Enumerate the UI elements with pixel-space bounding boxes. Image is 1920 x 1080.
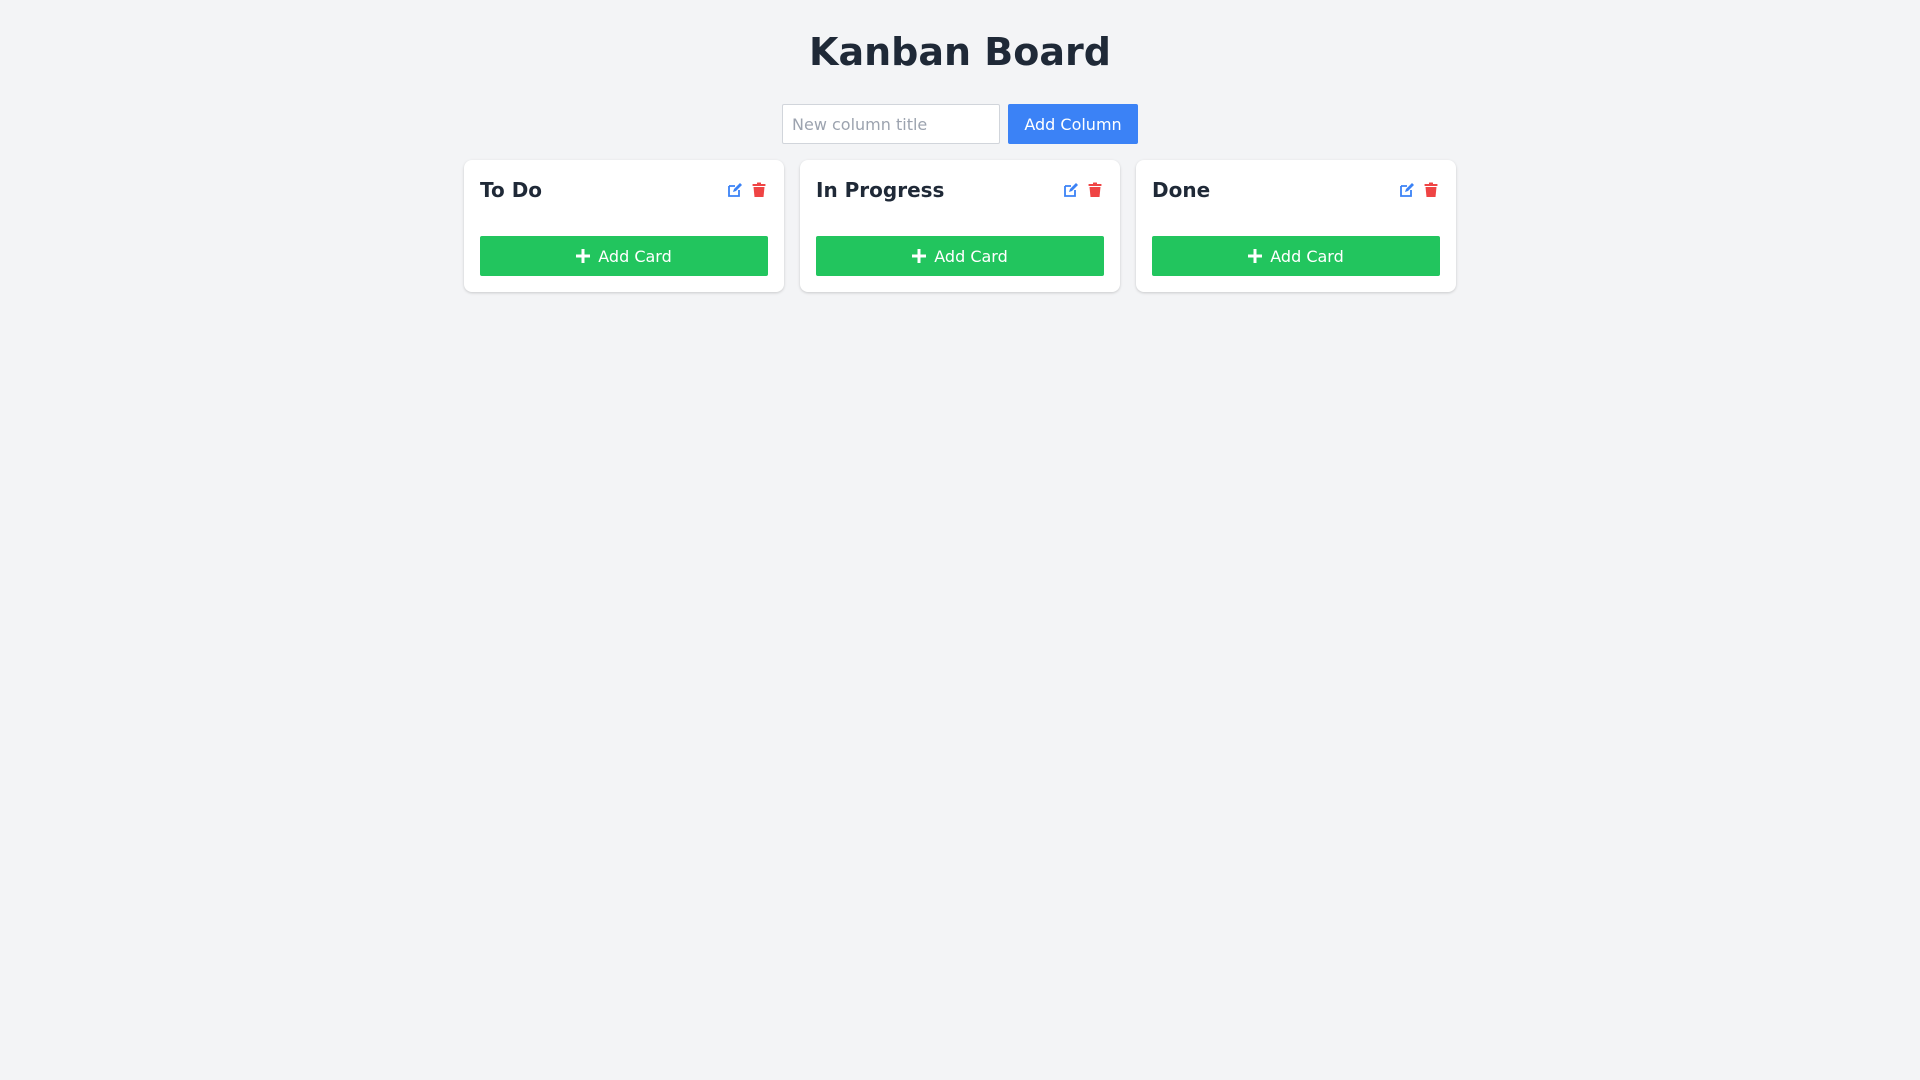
trash-icon[interactable] <box>750 181 768 199</box>
edit-icon[interactable] <box>1398 181 1416 199</box>
column-done: Done Add Card <box>1136 160 1456 292</box>
trash-icon[interactable] <box>1422 181 1440 199</box>
column-header: Done <box>1152 176 1440 204</box>
column-actions <box>726 181 768 199</box>
column-header: In Progress <box>816 176 1104 204</box>
column-in-progress: In Progress Add Card <box>800 160 1120 292</box>
column-header: To Do <box>480 176 768 204</box>
new-column-title-input[interactable] <box>782 104 1000 144</box>
add-column-form: Add Column <box>782 104 1138 144</box>
column-actions <box>1398 181 1440 199</box>
add-column-button[interactable]: Add Column <box>1008 104 1138 144</box>
kanban-page: Kanban Board Add Column To Do <box>0 0 1920 1080</box>
trash-icon[interactable] <box>1086 181 1104 199</box>
edit-icon[interactable] <box>1062 181 1080 199</box>
plus-icon <box>1248 249 1263 263</box>
column-actions <box>1062 181 1104 199</box>
add-card-label: Add Card <box>598 246 672 266</box>
plus-icon <box>576 249 591 263</box>
add-card-label: Add Card <box>934 246 1008 266</box>
column-title: Done <box>1152 178 1211 202</box>
plus-icon <box>912 249 927 263</box>
page-title: Kanban Board <box>809 30 1111 74</box>
add-card-button[interactable]: Add Card <box>1152 236 1440 276</box>
board: To Do Add Card In Progress Add Card Done… <box>464 160 1456 292</box>
column-title: To Do <box>480 178 543 202</box>
column-to-do: To Do Add Card <box>464 160 784 292</box>
add-card-button[interactable]: Add Card <box>480 236 768 276</box>
edit-icon[interactable] <box>726 181 744 199</box>
column-title: In Progress <box>816 178 945 202</box>
add-card-label: Add Card <box>1270 246 1344 266</box>
add-card-button[interactable]: Add Card <box>816 236 1104 276</box>
